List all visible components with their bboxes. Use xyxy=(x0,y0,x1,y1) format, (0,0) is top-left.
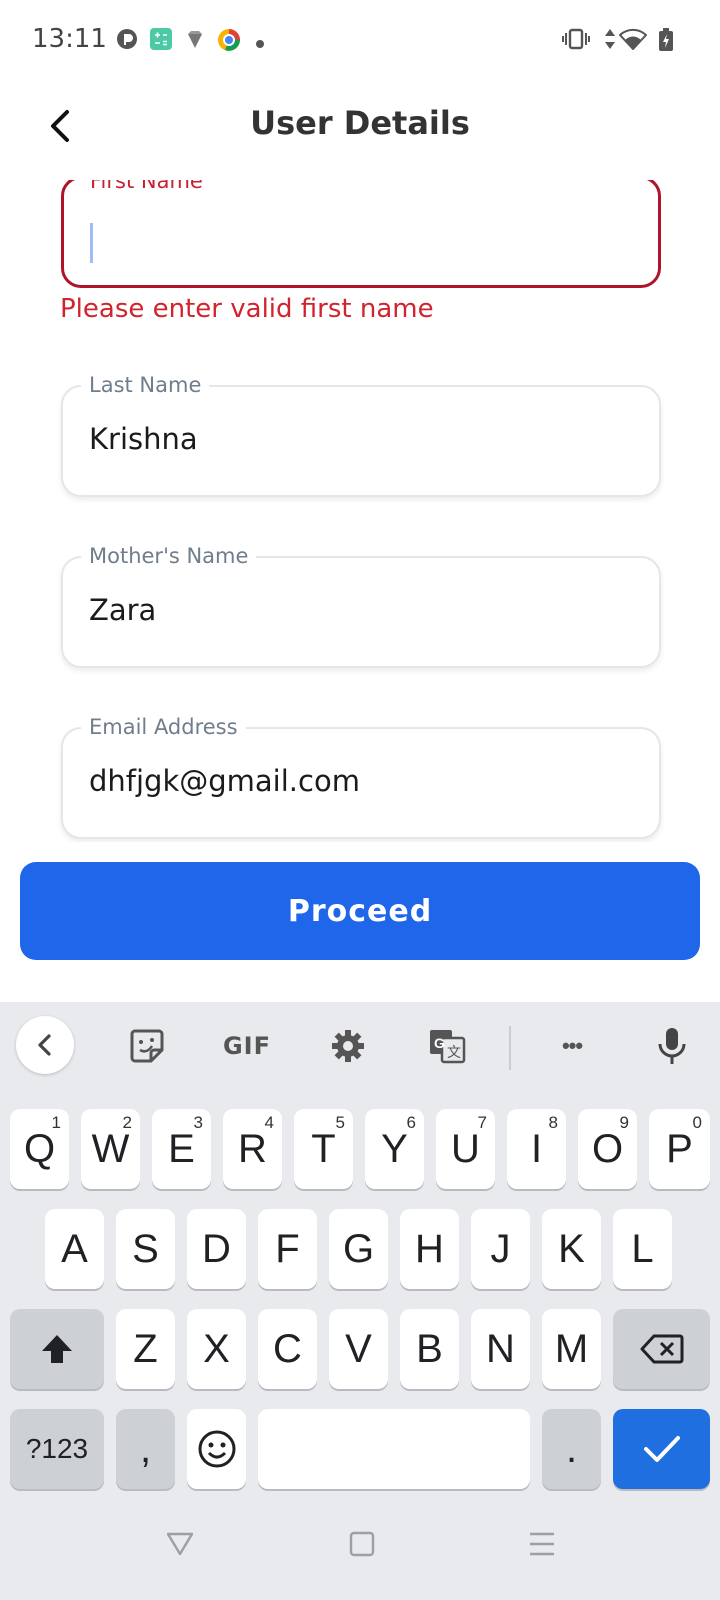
app-icon-1 xyxy=(116,28,138,50)
keyboard-settings-button[interactable] xyxy=(318,1016,378,1076)
status-time: 13:11 xyxy=(32,24,107,54)
dot-icon xyxy=(256,35,264,48)
key-g[interactable]: G xyxy=(329,1209,388,1289)
email-label: Email Address xyxy=(81,715,246,739)
translate-button[interactable]: G文 xyxy=(417,1016,477,1076)
mothers-name-value[interactable]: Zara xyxy=(89,593,156,627)
diamond-icon xyxy=(184,28,206,50)
mothers-name-field[interactable]: Mother's Name Zara xyxy=(61,544,661,668)
sticker-button[interactable] xyxy=(117,1016,177,1076)
system-nav-bar xyxy=(0,1494,720,1600)
microphone-icon xyxy=(658,1028,686,1064)
first-name-label: First Name xyxy=(82,180,211,193)
key-u[interactable]: U7 xyxy=(436,1109,495,1189)
first-name-error: Please enter valid first name xyxy=(60,294,434,324)
translate-icon: G文 xyxy=(430,1030,466,1064)
space-key[interactable] xyxy=(258,1409,530,1489)
page-title: User Details xyxy=(250,104,470,142)
toolbar-separator xyxy=(509,1026,511,1070)
proceed-button[interactable]: Proceed xyxy=(20,862,700,960)
symbols-key[interactable]: ?123 xyxy=(10,1409,104,1489)
svg-text:G: G xyxy=(434,1035,445,1051)
svg-text:文: 文 xyxy=(447,1044,461,1060)
triangle-back-icon xyxy=(166,1532,194,1556)
email-value[interactable]: dhfjgk@gmail.com xyxy=(89,764,360,798)
comma-key[interactable]: , xyxy=(116,1409,175,1489)
emoji-key[interactable] xyxy=(187,1409,246,1489)
key-n[interactable]: N xyxy=(471,1309,530,1389)
status-bar: 13:11 xyxy=(0,0,720,80)
key-d[interactable]: D xyxy=(187,1209,246,1289)
last-name-field[interactable]: Last Name Krishna xyxy=(61,373,661,497)
more-options-button[interactable]: ••• xyxy=(542,1016,602,1076)
microphone-button[interactable] xyxy=(642,1016,702,1076)
keyboard-toolbar: GIF G文 ••• xyxy=(0,1002,720,1092)
form-scroll-area[interactable]: First Name Please enter valid first name… xyxy=(0,180,720,842)
key-w[interactable]: W2 xyxy=(81,1109,140,1189)
key-r[interactable]: R4 xyxy=(223,1109,282,1189)
sticker-icon xyxy=(130,1029,164,1063)
key-q[interactable]: Q1 xyxy=(10,1109,69,1189)
vibrate-icon xyxy=(562,28,590,50)
key-t[interactable]: T5 xyxy=(294,1109,353,1189)
key-e[interactable]: E3 xyxy=(152,1109,211,1189)
gif-button[interactable]: GIF xyxy=(214,1016,280,1076)
key-v[interactable]: V xyxy=(329,1309,388,1389)
smiley-icon xyxy=(198,1430,235,1468)
nav-home-button[interactable] xyxy=(342,1524,382,1564)
chevron-left-icon xyxy=(38,1034,51,1056)
key-z[interactable]: Z xyxy=(116,1309,175,1389)
shift-arrow-icon xyxy=(42,1335,72,1363)
key-b[interactable]: B xyxy=(400,1309,459,1389)
key-x[interactable]: X xyxy=(187,1309,246,1389)
square-home-icon xyxy=(349,1531,375,1557)
last-name-label: Last Name xyxy=(81,373,210,397)
shift-key[interactable] xyxy=(10,1309,104,1389)
backspace-icon xyxy=(640,1334,683,1364)
chrome-like-icon xyxy=(217,28,240,51)
battery-icon xyxy=(658,28,674,51)
mothers-name-label: Mother's Name xyxy=(81,544,257,568)
nav-back-button[interactable] xyxy=(160,1524,200,1564)
last-name-value[interactable]: Krishna xyxy=(89,422,198,456)
calculator-icon xyxy=(150,28,172,50)
backspace-key[interactable] xyxy=(613,1309,710,1389)
data-arrows-icon xyxy=(603,28,617,50)
key-j[interactable]: J xyxy=(471,1209,530,1289)
gear-icon xyxy=(332,1030,364,1062)
first-name-field[interactable]: First Name xyxy=(61,180,661,288)
app-header: User Details xyxy=(0,80,720,180)
keyboard-back-button[interactable] xyxy=(16,1016,74,1074)
key-i[interactable]: I8 xyxy=(507,1109,566,1189)
period-key[interactable]: . xyxy=(542,1409,601,1489)
email-field[interactable]: Email Address dhfjgk@gmail.com xyxy=(61,715,661,839)
enter-key[interactable] xyxy=(613,1409,710,1489)
key-l[interactable]: L xyxy=(613,1209,672,1289)
menu-lines-icon xyxy=(530,1532,554,1556)
nav-recents-button[interactable] xyxy=(522,1524,562,1564)
text-cursor xyxy=(90,223,93,263)
checkmark-icon xyxy=(643,1436,680,1462)
key-p[interactable]: P0 xyxy=(649,1109,710,1189)
key-m[interactable]: M xyxy=(542,1309,601,1389)
key-k[interactable]: K xyxy=(542,1209,601,1289)
wifi-icon xyxy=(618,28,648,51)
key-s[interactable]: S xyxy=(116,1209,175,1289)
key-c[interactable]: C xyxy=(258,1309,317,1389)
key-o[interactable]: O9 xyxy=(578,1109,637,1189)
key-y[interactable]: Y6 xyxy=(365,1109,424,1189)
key-f[interactable]: F xyxy=(258,1209,317,1289)
key-h[interactable]: H xyxy=(400,1209,459,1289)
key-a[interactable]: A xyxy=(45,1209,104,1289)
